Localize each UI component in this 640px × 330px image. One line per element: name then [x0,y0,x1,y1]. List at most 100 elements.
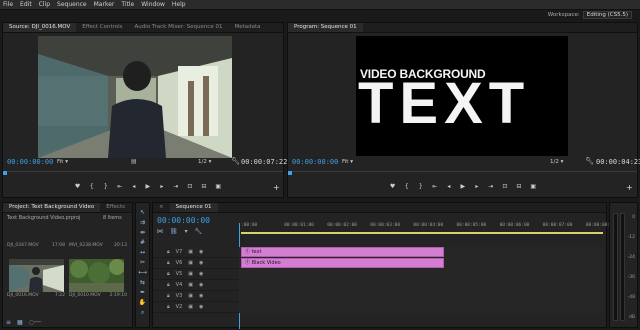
source-add-button-icon[interactable]: + [273,183,280,192]
menu-help[interactable]: Help [172,1,186,8]
tab-source-3[interactable]: Metadata [228,23,266,32]
workspace-switcher[interactable]: Workspace: Editing (CS5.5) [548,11,632,19]
menu-sequence[interactable]: Sequence [57,1,87,8]
add-marker-icon[interactable]: ▾ [185,228,188,235]
sync-lock-icon[interactable]: ▣ [188,249,193,255]
mark-out-icon[interactable]: } [103,183,108,190]
lock-icon[interactable]: 🔒︎ [167,271,170,277]
go-to-in-icon[interactable]: ⇤ [432,183,437,190]
thumb-dji-0010[interactable] [69,259,124,292]
eye-icon[interactable]: ◉ [199,249,203,255]
extract-icon[interactable]: ⊟ [516,183,521,190]
program-playhead[interactable] [288,171,292,175]
tab-sequence[interactable]: Sequence 01 [169,203,218,212]
step-forward-icon[interactable]: ▸ [474,183,479,190]
tab-source-0[interactable]: Source: DJI_0016.MOV [3,23,77,32]
tab-project-0[interactable]: Project: Text Background Video [3,203,101,212]
eye-icon[interactable]: ◉ [199,282,203,288]
icon-view-icon[interactable]: ▦ [17,319,23,326]
mark-in-icon[interactable]: { [404,183,409,190]
sync-lock-icon[interactable]: ▣ [188,293,193,299]
eye-icon[interactable]: ◉ [199,293,203,299]
ripple-edit-tool-icon[interactable]: ⇹ [140,229,145,236]
eye-icon[interactable]: ◉ [199,271,203,277]
zoom-slider[interactable]: ○── [29,319,41,326]
menu-marker[interactable]: Marker [94,1,115,8]
step-back-icon[interactable]: ◂ [131,183,136,190]
export-frame-icon[interactable]: ▣ [530,183,536,190]
add-marker-icon[interactable]: ♥ [75,183,80,190]
program-wrench-icon[interactable]: 🔧︎ [585,157,594,165]
rolling-edit-tool-icon[interactable]: # [140,239,145,246]
timeline-clip[interactable]: ⓕ Black Video [241,258,444,268]
sync-lock-icon[interactable]: ▣ [188,260,193,266]
tab-close-icon[interactable]: × [153,203,170,212]
overwrite-icon[interactable]: ⊟ [201,183,206,190]
lock-icon[interactable]: 🔒︎ [167,249,170,255]
zoom-tool-icon[interactable]: ⌕ [141,309,144,317]
selection-tool-icon[interactable]: ↖ [140,209,145,216]
tab-source-1[interactable]: Effect Controls [76,23,128,32]
go-to-out-icon[interactable]: ⇥ [488,183,493,190]
source-timecode-in[interactable]: 00:00:00:00 [7,158,53,166]
rate-stretch-tool-icon[interactable]: ↔ [140,249,145,256]
source-settings-icon[interactable]: ▤ [131,158,137,165]
program-resolution-select[interactable]: 1/2 ▾ [550,159,563,165]
program-add-button-icon[interactable]: + [626,183,633,192]
play-icon[interactable]: ▶ [145,183,151,190]
play-icon[interactable]: ▶ [460,183,466,190]
menu-title[interactable]: Title [121,1,134,8]
lock-icon[interactable]: 🔒︎ [167,260,170,266]
eye-icon[interactable]: ◉ [199,304,203,310]
track-area [239,280,604,291]
tab-source-2[interactable]: Audio Track Mixer: Sequence 01 [129,23,229,32]
lift-icon[interactable]: ⊡ [502,183,507,190]
menu-file[interactable]: File [3,1,13,8]
mark-out-icon[interactable]: } [418,183,423,190]
add-marker-icon[interactable]: ♥ [390,183,395,190]
track-select-tool-icon[interactable]: ⇉ [140,219,145,226]
source-wrench-icon[interactable]: 🔧︎ [231,157,240,165]
workspace-value[interactable]: Editing (CS5.5) [582,11,632,19]
snap-icon[interactable]: ⋈ [157,228,163,235]
menu-edit[interactable]: Edit [20,1,32,8]
go-to-in-icon[interactable]: ⇤ [117,183,122,190]
hand-tool-icon[interactable]: ✋ [139,299,146,306]
timeline-settings-icon[interactable]: 🔧︎ [195,228,203,235]
tab-program[interactable]: Program: Sequence 01 [288,23,363,32]
program-fit-select[interactable]: Fit ▾ [342,159,353,165]
sync-lock-icon[interactable]: ▣ [188,271,193,277]
eye-icon[interactable]: ◉ [199,260,203,266]
menu-window[interactable]: Window [141,1,165,8]
export-frame-icon[interactable]: ▣ [215,183,221,190]
thumb-dji-0016[interactable] [9,259,64,292]
slide-tool-icon[interactable]: ⇆ [140,279,145,286]
linked-selection-icon[interactable]: ⛓ [170,228,178,235]
sync-lock-icon[interactable]: ▣ [188,304,193,310]
go-to-out-icon[interactable]: ⇥ [173,183,178,190]
source-fit-select[interactable]: Fit ▾ [57,159,68,165]
lock-icon[interactable]: 🔒︎ [167,304,170,310]
work-area-bar[interactable] [241,232,603,234]
timeline-timecode[interactable]: 00:00:00:00 [157,216,210,225]
source-time-ruler[interactable] [3,171,283,175]
mark-in-icon[interactable]: { [89,183,94,190]
source-resolution-select[interactable]: 1/2 ▾ [198,159,211,165]
razor-tool-icon[interactable]: ✂ [140,259,145,266]
program-time-ruler[interactable] [288,171,637,175]
tab-project-1[interactable]: Effects [100,203,131,212]
timeline-clip[interactable]: ⓕ text [241,247,444,257]
source-playhead[interactable] [3,171,7,175]
program-timecode-in[interactable]: 00:00:00:00 [292,158,338,166]
pen-tool-icon[interactable]: ✒ [140,289,145,296]
menu-clip[interactable]: Clip [39,1,50,8]
timeline-ruler[interactable]: :00:00 00:00:01:00 00:00:02:00 00:00:03:00 0… [241,223,616,231]
insert-icon[interactable]: ⊡ [187,183,192,190]
slip-tool-icon[interactable]: ⟷ [138,269,147,276]
step-back-icon[interactable]: ◂ [446,183,451,190]
sync-lock-icon[interactable]: ▣ [188,282,193,288]
list-view-icon[interactable]: ≡ [6,319,11,326]
lock-icon[interactable]: 🔒︎ [167,293,170,299]
step-forward-icon[interactable]: ▸ [159,183,164,190]
lock-icon[interactable]: 🔒︎ [167,282,170,288]
